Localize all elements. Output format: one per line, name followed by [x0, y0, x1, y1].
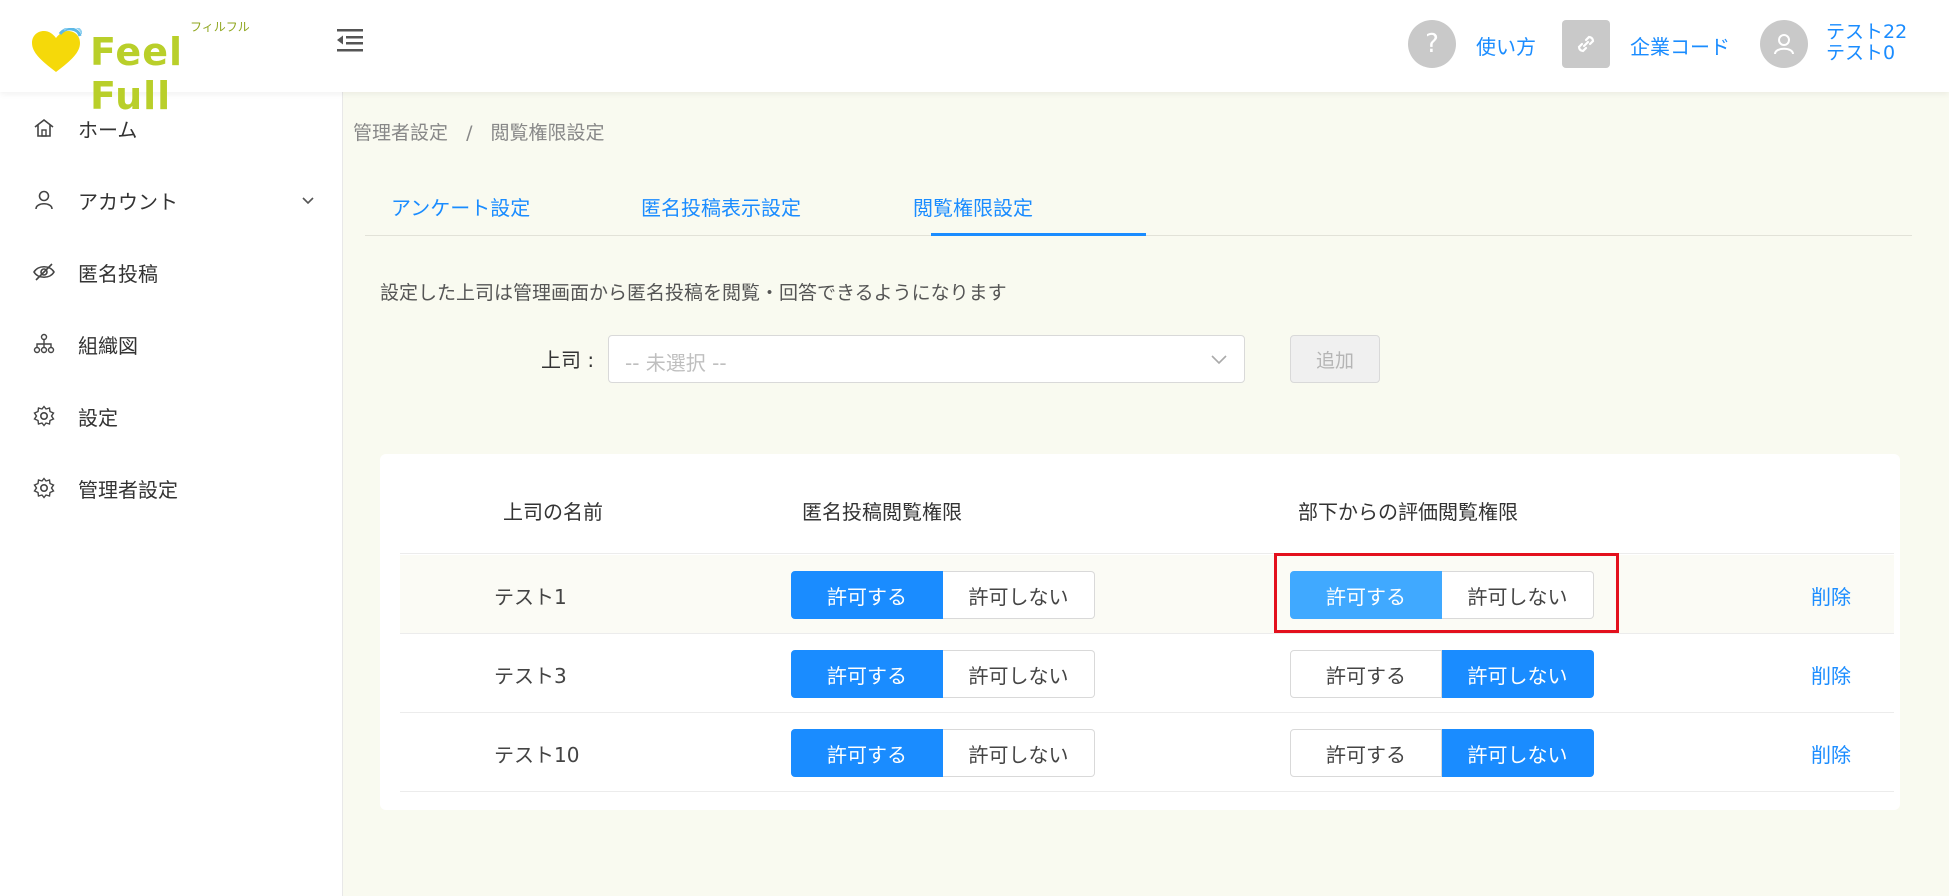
table-row: テスト10 許可する 許可しない 許可する 許可しない 削除	[400, 713, 1894, 792]
eval-permission-toggle: 許可する 許可しない	[1290, 571, 1594, 619]
logo-ruby: フィルフル	[190, 20, 250, 34]
boss-label: 上司 :	[541, 348, 595, 372]
breadcrumb-item-admin-settings[interactable]: 管理者設定	[353, 122, 448, 144]
delete-link[interactable]: 削除	[1811, 739, 1851, 768]
deny-button[interactable]: 許可しない	[943, 571, 1095, 619]
permission-table: 上司の名前 匿名投稿閲覧権限 部下からの評価閲覧権限 テスト1 許可する 許可し…	[380, 454, 1900, 810]
eye-off-icon	[33, 263, 55, 281]
add-button[interactable]: 追加	[1290, 335, 1380, 383]
boss-select[interactable]: -- 未選択 --	[608, 335, 1245, 383]
deny-button[interactable]: 許可しない	[1442, 729, 1594, 777]
heart-logo-icon	[32, 28, 82, 72]
app-logo[interactable]: Feel Full フィルフル	[30, 14, 260, 118]
tab-view-permission-settings[interactable]: 閲覧権限設定	[913, 188, 1033, 236]
tab-survey-settings[interactable]: アンケート設定	[391, 188, 530, 236]
deny-button[interactable]: 許可しない	[943, 729, 1095, 777]
avatar[interactable]	[1760, 20, 1808, 68]
sidebar-item-label: 管理者設定	[78, 477, 178, 502]
anon-permission-toggle: 許可する 許可しない	[791, 571, 1095, 619]
breadcrumb-separator: /	[466, 122, 473, 144]
header-eval-permission: 部下からの評価閲覧権限	[1298, 500, 1518, 524]
allow-button[interactable]: 許可する	[791, 571, 943, 619]
chevron-down-icon	[1211, 355, 1227, 365]
help-glyph: ?	[1425, 29, 1439, 59]
help-link[interactable]: 使い方	[1476, 31, 1536, 60]
menu-collapse-icon[interactable]	[335, 26, 365, 54]
tab-anonymous-display-settings[interactable]: 匿名投稿表示設定	[641, 188, 801, 236]
sidebar-item-label: 匿名投稿	[78, 261, 158, 286]
sidebar-item-settings[interactable]: 設定	[0, 388, 342, 444]
main-content: 管理者設定 / 閲覧権限設定 アンケート設定 匿名投稿表示設定 閲覧権限設定 設…	[343, 92, 1949, 896]
sidebar-item-admin-settings[interactable]: 管理者設定	[0, 460, 342, 516]
gear-icon	[33, 405, 55, 427]
header-boss-name: 上司の名前	[503, 500, 603, 524]
deny-button[interactable]: 許可しない	[1442, 571, 1594, 619]
sidebar-item-label: 設定	[78, 405, 118, 430]
allow-button[interactable]: 許可する	[791, 729, 943, 777]
boss-name: テスト10	[494, 743, 580, 767]
boss-name: テスト1	[494, 585, 567, 609]
user-icon	[35, 190, 53, 210]
description-text: 設定した上司は管理画面から匿名投稿を閲覧・回答できるようになります	[380, 282, 1007, 304]
active-tab-indicator	[931, 233, 1146, 236]
help-icon[interactable]: ?	[1408, 20, 1456, 68]
user-name-line2: テスト0	[1826, 42, 1896, 64]
top-header: Feel Full フィルフル ? 使い方 企業コード テスト22 テスト0	[0, 0, 1949, 118]
org-chart-icon	[33, 333, 55, 354]
breadcrumb: 管理者設定 / 閲覧権限設定	[353, 118, 617, 145]
sidebar-item-account[interactable]: アカウント	[0, 172, 342, 228]
breadcrumb-item-current: 閲覧権限設定	[490, 122, 605, 144]
chain-link-icon	[1577, 35, 1595, 53]
allow-button[interactable]: 許可する	[1290, 729, 1442, 777]
deny-button[interactable]: 許可しない	[1442, 650, 1594, 698]
allow-button[interactable]: 許可する	[1290, 650, 1442, 698]
link-icon[interactable]	[1562, 20, 1610, 68]
sidebar: ホーム アカウント 匿名投稿 組織図 設定 管理者設定	[0, 92, 343, 896]
sidebar-item-label: アカウント	[78, 189, 178, 214]
gear-icon	[33, 477, 55, 499]
eval-permission-toggle: 許可する 許可しない	[1290, 729, 1594, 777]
delete-link[interactable]: 削除	[1811, 581, 1851, 610]
sidebar-item-label: 組織図	[78, 333, 138, 358]
chevron-down-icon	[302, 197, 314, 205]
select-placeholder: -- 未選択 --	[625, 351, 727, 375]
sidebar-item-org-chart[interactable]: 組織図	[0, 316, 342, 372]
anon-permission-toggle: 許可する 許可しない	[791, 729, 1095, 777]
user-name-line1: テスト22	[1826, 21, 1908, 43]
table-row: テスト3 許可する 許可しない 許可する 許可しない 削除	[400, 634, 1894, 713]
user-name[interactable]: テスト22 テスト0	[1826, 22, 1907, 64]
settings-tabs: アンケート設定 匿名投稿表示設定 閲覧権限設定	[365, 188, 1912, 236]
logo-text: Feel Full	[90, 30, 183, 118]
allow-button[interactable]: 許可する	[791, 650, 943, 698]
eval-permission-toggle: 許可する 許可しない	[1290, 650, 1594, 698]
deny-button[interactable]: 許可しない	[943, 650, 1095, 698]
table-header: 上司の名前 匿名投稿閲覧権限 部下からの評価閲覧権限	[400, 454, 1894, 554]
table-row: テスト1 許可する 許可しない 許可する 許可しない 削除	[400, 555, 1894, 634]
home-icon	[34, 118, 54, 137]
delete-link[interactable]: 削除	[1811, 660, 1851, 689]
user-avatar-icon	[1774, 34, 1794, 55]
header-anon-permission: 匿名投稿閲覧権限	[802, 500, 962, 524]
boss-name: テスト3	[494, 664, 567, 688]
allow-button[interactable]: 許可する	[1290, 571, 1442, 619]
sidebar-item-anonymous-posts[interactable]: 匿名投稿	[0, 244, 342, 300]
company-code-link[interactable]: 企業コード	[1630, 31, 1730, 60]
anon-permission-toggle: 許可する 許可しない	[791, 650, 1095, 698]
